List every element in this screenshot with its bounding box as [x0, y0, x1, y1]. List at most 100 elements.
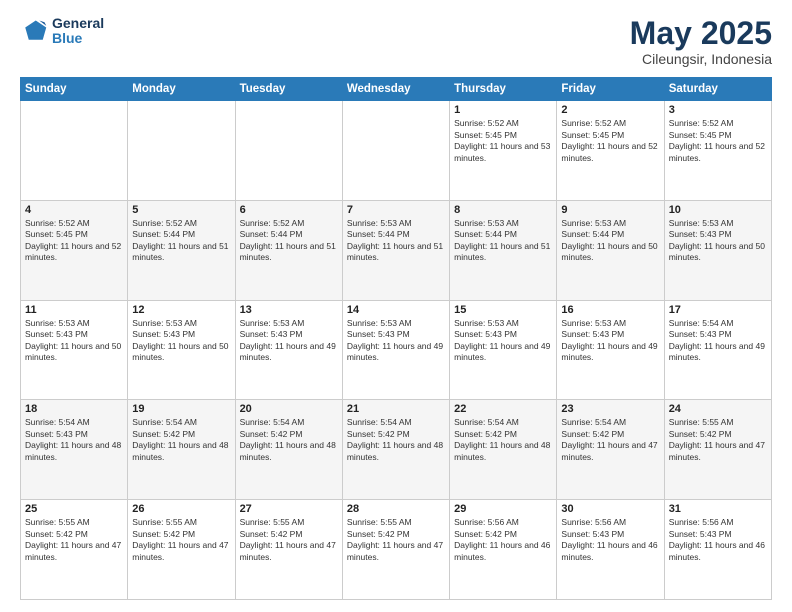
cell-info: Sunrise: 5:55 AM Sunset: 5:42 PM Dayligh…	[25, 517, 123, 563]
col-wednesday: Wednesday	[342, 78, 449, 101]
calendar-cell: 22 Sunrise: 5:54 AM Sunset: 5:42 PM Dayli…	[450, 400, 557, 500]
calendar-cell: 27Sunrise: 5:55 AM Sunset: 5:42 PM Dayli…	[235, 500, 342, 600]
header: General Blue May 2025 Cileungsir, Indone…	[20, 16, 772, 67]
calendar-cell: 26Sunrise: 5:55 AM Sunset: 5:42 PM Dayli…	[128, 500, 235, 600]
calendar-cell: 30Sunrise: 5:56 AM Sunset: 5:43 PM Dayli…	[557, 500, 664, 600]
cell-info: Sunrise: 5:52 AM Sunset: 5:45 PM Dayligh…	[25, 218, 123, 264]
calendar-cell	[21, 101, 128, 201]
week-row-2: 4 Sunrise: 5:52 AM Sunset: 5:45 PM Daylig…	[21, 200, 772, 300]
day-number: 20	[240, 403, 338, 415]
calendar-cell: 9 Sunrise: 5:53 AM Sunset: 5:44 PM Daylig…	[557, 200, 664, 300]
cell-info: Sunrise: 5:53 AM Sunset: 5:43 PM Dayligh…	[561, 318, 659, 364]
calendar-cell: 16 Sunrise: 5:53 AM Sunset: 5:43 PM Dayli…	[557, 300, 664, 400]
week-row-4: 18 Sunrise: 5:54 AM Sunset: 5:43 PM Dayli…	[21, 400, 772, 500]
day-number: 3	[669, 104, 767, 116]
calendar-cell: 18 Sunrise: 5:54 AM Sunset: 5:43 PM Dayli…	[21, 400, 128, 500]
day-number: 1	[454, 104, 552, 116]
calendar-cell: 2 Sunrise: 5:52 AM Sunset: 5:45 PM Daylig…	[557, 101, 664, 201]
cell-info: Sunrise: 5:53 AM Sunset: 5:43 PM Dayligh…	[25, 318, 123, 364]
calendar-table: Sunday Monday Tuesday Wednesday Thursday…	[20, 77, 772, 600]
day-number: 13	[240, 304, 338, 316]
cell-info: Sunrise: 5:53 AM Sunset: 5:43 PM Dayligh…	[347, 318, 445, 364]
cell-info: Sunrise: 5:55 AM Sunset: 5:42 PM Dayligh…	[669, 417, 767, 463]
calendar-cell: 12Sunrise: 5:53 AM Sunset: 5:43 PM Dayli…	[128, 300, 235, 400]
day-number: 21	[347, 403, 445, 415]
title-block: May 2025 Cileungsir, Indonesia	[630, 16, 772, 67]
cell-info: Sunrise: 5:55 AM Sunset: 5:42 PM Dayligh…	[347, 517, 445, 563]
calendar-cell: 21 Sunrise: 5:54 AM Sunset: 5:42 PM Dayli…	[342, 400, 449, 500]
day-number: 15	[454, 304, 552, 316]
calendar-cell: 19Sunrise: 5:54 AM Sunset: 5:42 PM Dayli…	[128, 400, 235, 500]
cell-info: Sunrise: 5:53 AM Sunset: 5:43 PM Dayligh…	[669, 218, 767, 264]
day-number: 18	[25, 403, 123, 415]
cell-info: Sunrise: 5:56 AM Sunset: 5:42 PM Dayligh…	[454, 517, 552, 563]
col-sunday: Sunday	[21, 78, 128, 101]
col-tuesday: Tuesday	[235, 78, 342, 101]
cell-info: Sunrise: 5:52 AM Sunset: 5:45 PM Dayligh…	[454, 118, 552, 164]
cell-info: Sunrise: 5:56 AM Sunset: 5:43 PM Dayligh…	[561, 517, 659, 563]
calendar-cell: 17Sunrise: 5:54 AM Sunset: 5:43 PM Dayli…	[664, 300, 771, 400]
calendar-cell: 13Sunrise: 5:53 AM Sunset: 5:43 PM Dayli…	[235, 300, 342, 400]
cell-info: Sunrise: 5:52 AM Sunset: 5:44 PM Dayligh…	[132, 218, 230, 264]
calendar-cell: 25 Sunrise: 5:55 AM Sunset: 5:42 PM Dayli…	[21, 500, 128, 600]
calendar-cell: 29 Sunrise: 5:56 AM Sunset: 5:42 PM Dayli…	[450, 500, 557, 600]
cell-info: Sunrise: 5:54 AM Sunset: 5:43 PM Dayligh…	[669, 318, 767, 364]
calendar-cell: 3Sunrise: 5:52 AM Sunset: 5:45 PM Daylig…	[664, 101, 771, 201]
logo-text: General Blue	[52, 16, 104, 47]
day-number: 29	[454, 503, 552, 515]
day-number: 23	[561, 403, 659, 415]
col-thursday: Thursday	[450, 78, 557, 101]
calendar-cell: 14 Sunrise: 5:53 AM Sunset: 5:43 PM Dayli…	[342, 300, 449, 400]
calendar-cell: 6Sunrise: 5:52 AM Sunset: 5:44 PM Daylig…	[235, 200, 342, 300]
day-number: 14	[347, 304, 445, 316]
subtitle: Cileungsir, Indonesia	[630, 51, 772, 67]
day-number: 6	[240, 204, 338, 216]
page: General Blue May 2025 Cileungsir, Indone…	[0, 0, 792, 612]
cell-info: Sunrise: 5:54 AM Sunset: 5:42 PM Dayligh…	[132, 417, 230, 463]
cell-info: Sunrise: 5:53 AM Sunset: 5:44 PM Dayligh…	[454, 218, 552, 264]
day-number: 8	[454, 204, 552, 216]
calendar-cell: 8 Sunrise: 5:53 AM Sunset: 5:44 PM Daylig…	[450, 200, 557, 300]
day-number: 26	[132, 503, 230, 515]
calendar-cell: 31 Sunrise: 5:56 AM Sunset: 5:43 PM Dayli…	[664, 500, 771, 600]
week-row-3: 11 Sunrise: 5:53 AM Sunset: 5:43 PM Dayli…	[21, 300, 772, 400]
cell-info: Sunrise: 5:54 AM Sunset: 5:42 PM Dayligh…	[454, 417, 552, 463]
week-row-5: 25 Sunrise: 5:55 AM Sunset: 5:42 PM Dayli…	[21, 500, 772, 600]
day-number: 11	[25, 304, 123, 316]
day-number: 5	[132, 204, 230, 216]
day-number: 24	[669, 403, 767, 415]
day-number: 4	[25, 204, 123, 216]
cell-info: Sunrise: 5:54 AM Sunset: 5:43 PM Dayligh…	[25, 417, 123, 463]
cell-info: Sunrise: 5:56 AM Sunset: 5:43 PM Dayligh…	[669, 517, 767, 563]
calendar-cell: 15 Sunrise: 5:53 AM Sunset: 5:43 PM Dayli…	[450, 300, 557, 400]
calendar-cell	[128, 101, 235, 201]
cell-info: Sunrise: 5:54 AM Sunset: 5:42 PM Dayligh…	[347, 417, 445, 463]
cell-info: Sunrise: 5:53 AM Sunset: 5:44 PM Dayligh…	[347, 218, 445, 264]
day-number: 22	[454, 403, 552, 415]
calendar-cell	[342, 101, 449, 201]
day-number: 2	[561, 104, 659, 116]
week-row-1: 1 Sunrise: 5:52 AM Sunset: 5:45 PM Daylig…	[21, 101, 772, 201]
cell-info: Sunrise: 5:52 AM Sunset: 5:45 PM Dayligh…	[561, 118, 659, 164]
cell-info: Sunrise: 5:53 AM Sunset: 5:44 PM Dayligh…	[561, 218, 659, 264]
cell-info: Sunrise: 5:54 AM Sunset: 5:42 PM Dayligh…	[561, 417, 659, 463]
calendar-cell: 1 Sunrise: 5:52 AM Sunset: 5:45 PM Daylig…	[450, 101, 557, 201]
day-number: 9	[561, 204, 659, 216]
col-saturday: Saturday	[664, 78, 771, 101]
day-number: 10	[669, 204, 767, 216]
day-number: 12	[132, 304, 230, 316]
day-number: 28	[347, 503, 445, 515]
logo: General Blue	[20, 16, 104, 47]
day-number: 16	[561, 304, 659, 316]
calendar-cell: 23 Sunrise: 5:54 AM Sunset: 5:42 PM Dayli…	[557, 400, 664, 500]
col-friday: Friday	[557, 78, 664, 101]
calendar-cell	[235, 101, 342, 201]
day-number: 31	[669, 503, 767, 515]
header-row: Sunday Monday Tuesday Wednesday Thursday…	[21, 78, 772, 101]
cell-info: Sunrise: 5:53 AM Sunset: 5:43 PM Dayligh…	[454, 318, 552, 364]
day-number: 25	[25, 503, 123, 515]
cell-info: Sunrise: 5:54 AM Sunset: 5:42 PM Dayligh…	[240, 417, 338, 463]
calendar-cell: 7Sunrise: 5:53 AM Sunset: 5:44 PM Daylig…	[342, 200, 449, 300]
main-title: May 2025	[630, 16, 772, 51]
day-number: 27	[240, 503, 338, 515]
